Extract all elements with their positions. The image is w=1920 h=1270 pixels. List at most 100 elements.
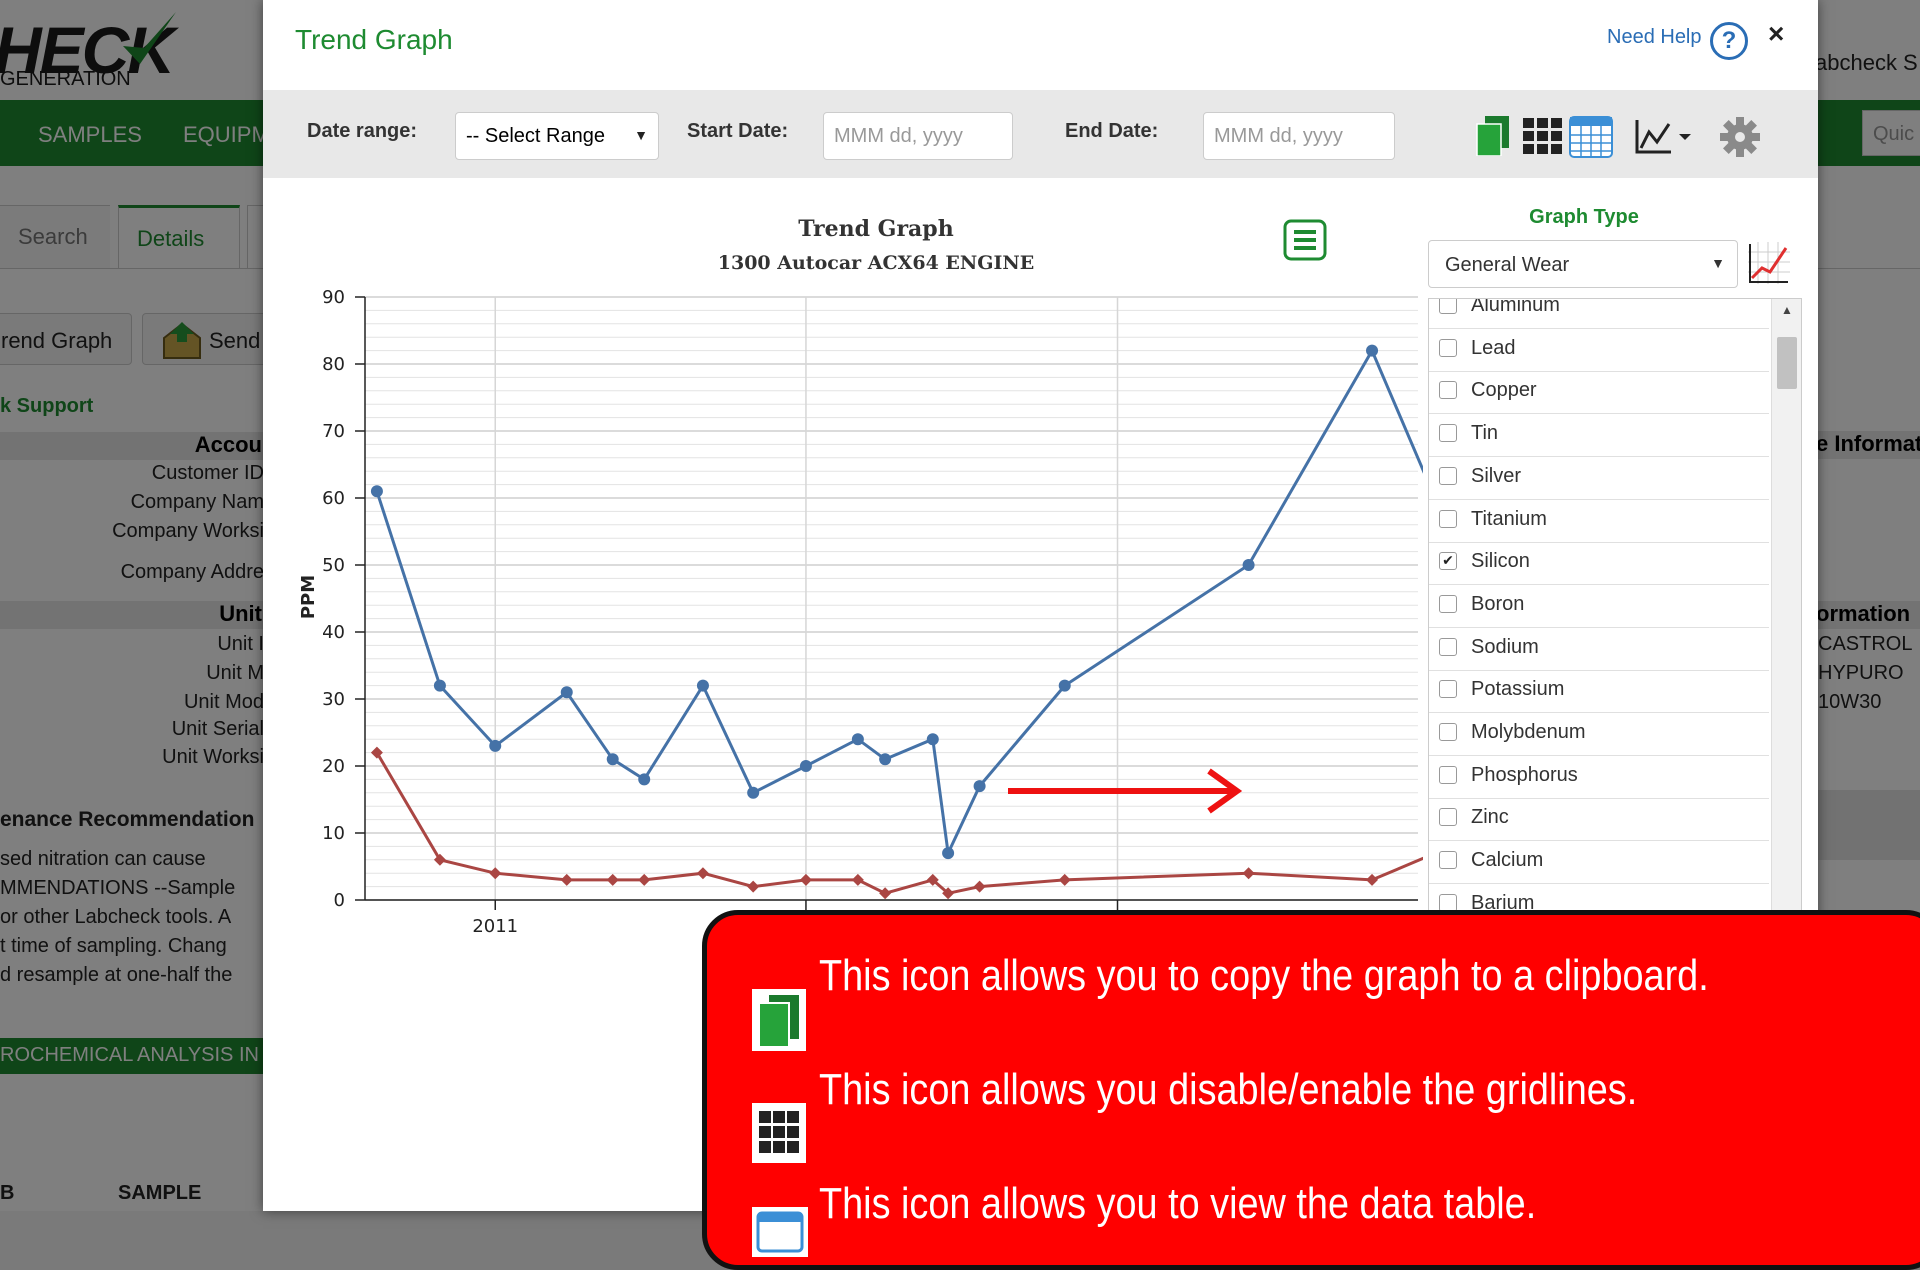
- element-option-barium[interactable]: Barium: [1429, 884, 1769, 911]
- element-option-sodium[interactable]: Sodium: [1429, 628, 1769, 671]
- modal-title: Trend Graph: [295, 24, 453, 55]
- close-button[interactable]: ×: [1768, 18, 1784, 50]
- element-option-boron[interactable]: Boron: [1429, 585, 1769, 628]
- chart-subtitle: 1300 Autocar ACX64 ENGINE: [718, 252, 1034, 274]
- element-checkbox[interactable]: [1439, 424, 1457, 443]
- element-checkbox[interactable]: [1439, 466, 1457, 485]
- copy-icon[interactable]: [1475, 116, 1511, 156]
- scroll-up-icon[interactable]: ▲: [1781, 303, 1793, 317]
- element-checkbox[interactable]: [1439, 765, 1457, 784]
- element-option-calcium[interactable]: Calcium: [1429, 841, 1769, 885]
- element-checkbox[interactable]: [1439, 723, 1457, 741]
- plot-area: 010203040506070809020112012: [322, 287, 1423, 937]
- help-icon[interactable]: ?: [1710, 22, 1748, 60]
- element-option-silicon[interactable]: ✔ Silicon: [1429, 542, 1769, 586]
- data-point: [638, 873, 651, 886]
- element-checkbox[interactable]: [1439, 680, 1457, 699]
- element-option-potassium[interactable]: Potassium: [1429, 670, 1769, 714]
- series-line-0: [375, 347, 1423, 859]
- start-date-input[interactable]: MMM dd, yyyy: [823, 112, 1013, 160]
- data-point: [747, 880, 760, 893]
- element-label: Copper: [1471, 379, 1537, 402]
- data-point: [489, 739, 502, 752]
- element-label: Titanium: [1471, 507, 1547, 530]
- element-checkbox[interactable]: [1439, 509, 1457, 528]
- element-option-silver[interactable]: Silver: [1429, 457, 1769, 500]
- element-list: Aluminum Lead Copper Tin Silver Titanium ✔ Sili…: [1428, 298, 1802, 911]
- data-point: [1058, 873, 1071, 886]
- y-tick-label: 80: [322, 354, 345, 375]
- end-date-input[interactable]: MMM dd, yyyy: [1203, 112, 1395, 160]
- element-checkbox[interactable]: [1439, 808, 1457, 827]
- element-checkbox[interactable]: ✔: [1439, 552, 1457, 571]
- annotation-arrow: [1008, 768, 1243, 814]
- need-help-link[interactable]: Need Help: [1607, 26, 1702, 49]
- element-label: Molybdenum: [1471, 721, 1586, 743]
- data-point: [696, 679, 709, 692]
- line-chart-icon[interactable]: [1635, 118, 1693, 156]
- element-label: Phosphorus: [1471, 763, 1578, 786]
- data-point: [489, 867, 502, 880]
- element-label: Boron: [1471, 592, 1525, 615]
- element-option-tin[interactable]: Tin: [1429, 414, 1769, 458]
- data-point: [747, 786, 760, 799]
- data-point: [1058, 679, 1071, 692]
- element-checkbox[interactable]: [1439, 338, 1457, 357]
- element-list-scrollbar[interactable]: ▲: [1771, 299, 1801, 911]
- data-point: [370, 485, 383, 498]
- data-point: [1242, 559, 1255, 571]
- data-point: [560, 686, 573, 699]
- element-option-aluminum[interactable]: Aluminum: [1429, 298, 1769, 329]
- element-label: Silver: [1471, 464, 1522, 487]
- y-tick-label: 10: [322, 823, 345, 844]
- data-point: [973, 880, 986, 893]
- element-label: Calcium: [1471, 849, 1544, 872]
- element-option-lead[interactable]: Lead: [1429, 329, 1769, 372]
- element-checkbox[interactable]: [1439, 299, 1457, 314]
- element-option-titanium[interactable]: Titanium: [1429, 500, 1769, 543]
- element-checkbox[interactable]: [1439, 381, 1457, 400]
- element-checkbox[interactable]: [1439, 893, 1457, 911]
- callout-line-grid: This icon allows you disable/enable the …: [819, 1065, 1638, 1114]
- grid-icon[interactable]: [1523, 118, 1563, 156]
- data-point: [433, 679, 446, 692]
- element-checkbox[interactable]: [1439, 594, 1457, 613]
- y-tick-label: 30: [322, 689, 345, 710]
- element-label: Aluminum: [1471, 298, 1560, 316]
- data-point: [851, 733, 864, 746]
- data-point: [1366, 873, 1379, 886]
- table-icon[interactable]: [1569, 116, 1613, 158]
- data-point: [606, 873, 619, 886]
- gear-icon[interactable]: [1719, 116, 1761, 158]
- data-point: [942, 847, 955, 860]
- grid-icon: [752, 1103, 806, 1163]
- x-tick-label: 2011: [472, 916, 518, 937]
- y-axis-label: PPM: [298, 575, 319, 619]
- y-tick-label: 60: [322, 488, 345, 509]
- graph-type-select[interactable]: General Wear ▼: [1428, 240, 1738, 288]
- chevron-down-icon: ▼: [634, 127, 648, 143]
- data-point: [696, 867, 709, 880]
- data-point: [879, 753, 892, 766]
- trend-chart: Trend Graph 1300 Autocar ACX64 ENGINE PP…: [298, 216, 1423, 937]
- element-option-molybdenum[interactable]: Molybdenum: [1429, 713, 1769, 756]
- element-option-zinc[interactable]: Zinc: [1429, 798, 1769, 842]
- y-tick-label: 40: [322, 622, 345, 643]
- chart-type-icon[interactable]: [1748, 242, 1790, 284]
- element-label: Potassium: [1471, 678, 1565, 701]
- date-range-select[interactable]: -- Select Range ▼: [455, 112, 659, 160]
- data-point: [638, 773, 651, 786]
- data-point: [926, 733, 939, 746]
- chart-menu-button[interactable]: [1283, 219, 1327, 261]
- scroll-thumb[interactable]: [1777, 337, 1797, 389]
- element-option-phosphorus[interactable]: Phosphorus: [1429, 756, 1769, 799]
- chart-title: Trend Graph: [798, 216, 953, 242]
- element-checkbox[interactable]: [1439, 851, 1457, 870]
- element-option-copper[interactable]: Copper: [1429, 371, 1769, 415]
- date-range-label: Date range:: [307, 120, 418, 142]
- element-checkbox[interactable]: [1439, 637, 1457, 656]
- element-label: Lead: [1471, 336, 1516, 359]
- callout-line-copy: This icon allows you to copy the graph t…: [819, 951, 1709, 1000]
- table-icon: [752, 1207, 808, 1257]
- end-date-label: End Date:: [1065, 120, 1159, 142]
